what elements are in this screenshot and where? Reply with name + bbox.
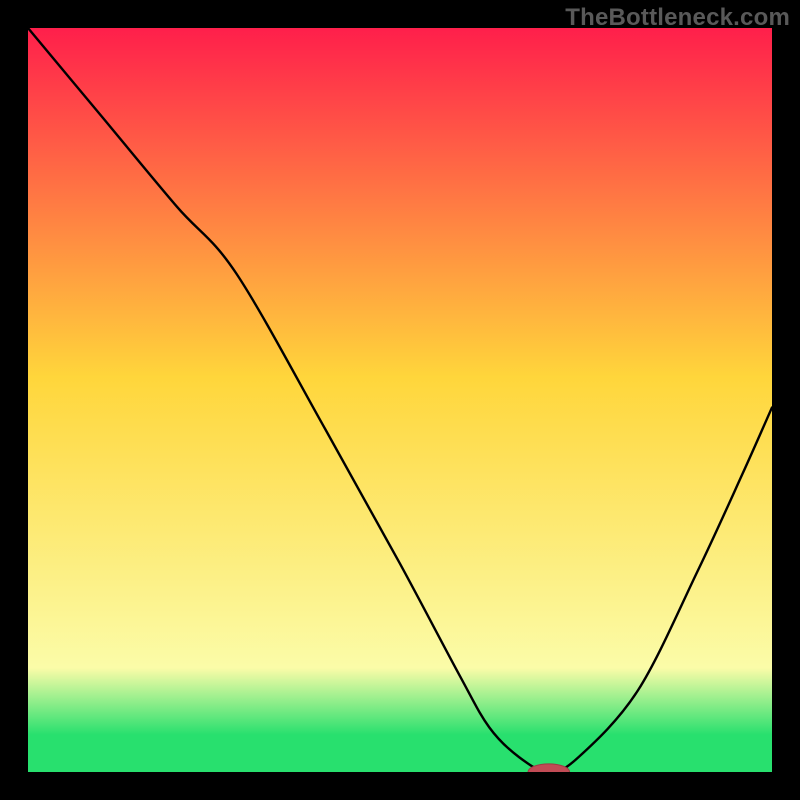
- chart-plot-area: [28, 28, 772, 772]
- watermark-text: TheBottleneck.com: [565, 4, 790, 32]
- chart-stage: TheBottleneck.com: [0, 0, 800, 800]
- chart-svg: [28, 28, 772, 772]
- chart-gradient-background: [28, 28, 772, 772]
